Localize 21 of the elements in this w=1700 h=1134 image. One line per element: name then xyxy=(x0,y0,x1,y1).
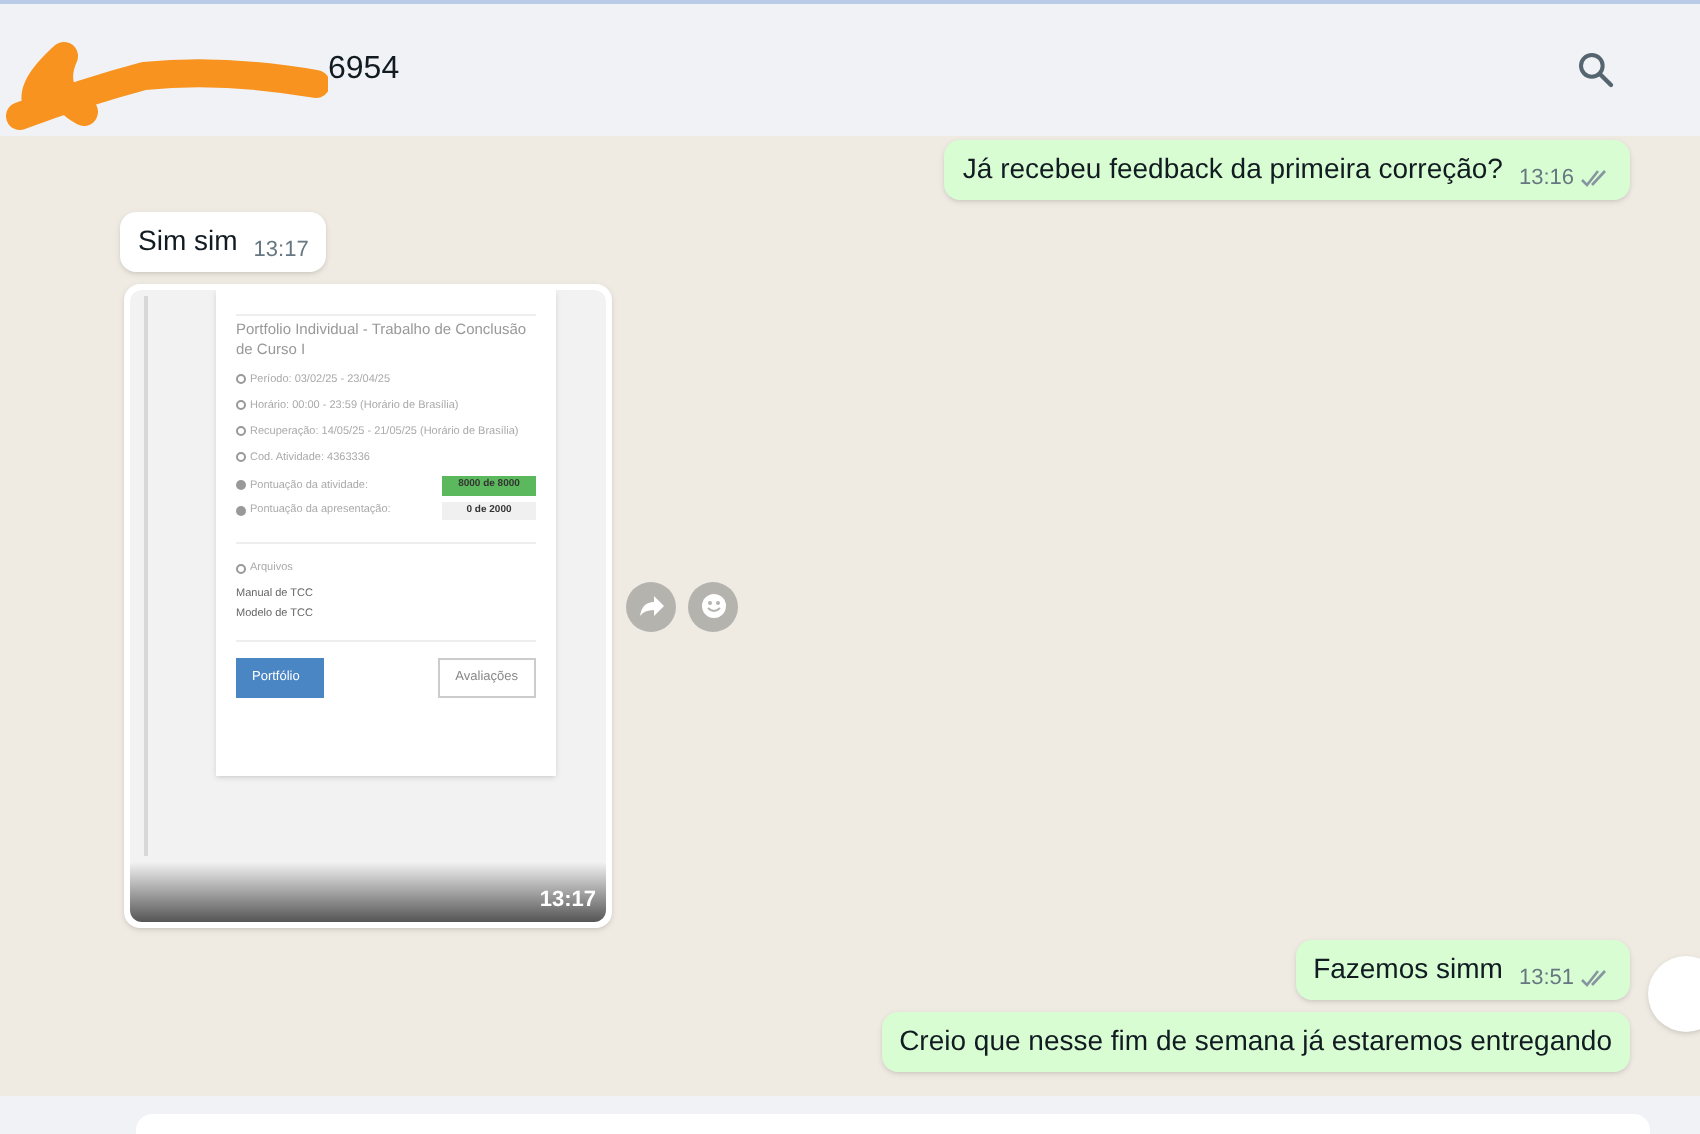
search-icon[interactable] xyxy=(1576,50,1616,90)
clock-icon xyxy=(236,426,246,436)
info-icon xyxy=(236,505,246,516)
forward-icon[interactable] xyxy=(626,581,676,631)
clock-icon xyxy=(236,400,246,410)
message-text: Fazemos simm xyxy=(1313,950,1503,988)
contact-name[interactable]: 6954 xyxy=(328,46,400,94)
attachment-icon xyxy=(236,563,246,574)
info-icon xyxy=(236,480,246,491)
message-text: Creio que nesse fim de semana já estaremos entregando xyxy=(899,1022,1612,1060)
message-time: 13:16 xyxy=(1518,163,1574,193)
message-time: 13:51 xyxy=(1518,963,1574,993)
double-check-icon xyxy=(1580,967,1612,988)
message-time: 13:17 xyxy=(539,885,596,915)
message-text: Sim sim xyxy=(138,222,238,260)
message-time: 13:17 xyxy=(253,235,309,265)
clock-icon xyxy=(236,374,246,384)
emoji-icon[interactable] xyxy=(688,581,738,631)
message-text: Já recebeu feedback da primeira correção? xyxy=(962,150,1503,188)
double-check-icon xyxy=(1580,167,1612,188)
clock-icon xyxy=(236,452,246,462)
